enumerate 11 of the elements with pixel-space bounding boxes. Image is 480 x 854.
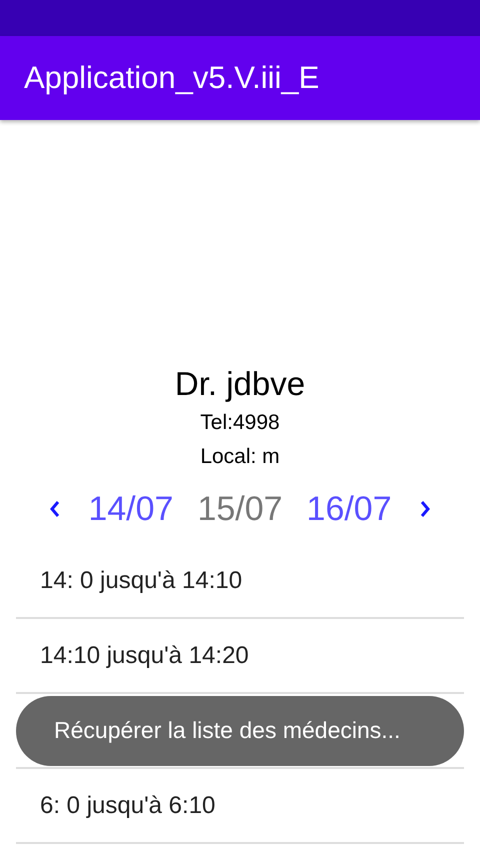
app-title: Application_v5.V.iii_E — [24, 60, 320, 96]
time-slot-item[interactable]: 14:10 jusqu'à 14:20 — [16, 619, 464, 694]
toast-message: Récupérer la liste des médecins... — [16, 696, 464, 766]
time-slot-item[interactable]: 14: 0 jusqu'à 14:10 — [16, 544, 464, 619]
date-tab[interactable]: 15/07 — [193, 490, 287, 528]
doctor-phone: Tel:4998 — [200, 410, 280, 436]
date-tab[interactable]: 16/07 — [302, 490, 396, 528]
doctor-office: Local: m — [200, 444, 280, 470]
doctor-name: Dr. jdbve — [174, 364, 306, 404]
time-slot-item[interactable]: 6: 0 jusqu'à 6:10 — [16, 769, 464, 844]
date-tab[interactable]: 14/07 — [84, 490, 178, 528]
